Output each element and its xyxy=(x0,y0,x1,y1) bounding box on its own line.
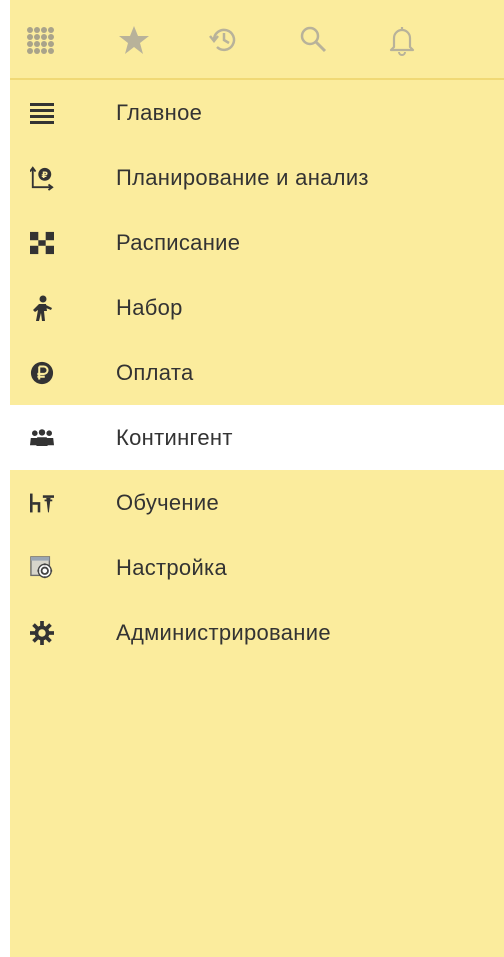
menu-item-label: Планирование и анализ xyxy=(116,164,369,190)
history-icon[interactable] xyxy=(206,22,242,58)
menu-item-education[interactable]: Обучение xyxy=(10,470,504,535)
favorites-star-icon[interactable] xyxy=(116,22,152,58)
menu-item-label: Контингент xyxy=(116,424,233,450)
menu-item-label: Оплата xyxy=(116,359,194,385)
menu-item-label: Администрирование xyxy=(116,619,331,645)
search-icon[interactable] xyxy=(296,22,332,58)
sections-menu: Главное ₽ Планирование и анализ Расписан… xyxy=(10,80,504,665)
toolbar xyxy=(10,0,504,80)
menu-item-label: Обучение xyxy=(116,489,220,515)
apps-grid-icon[interactable] xyxy=(22,22,58,58)
menu-item-main[interactable]: Главное xyxy=(10,80,504,145)
schedule-icon xyxy=(30,231,54,255)
menu-item-recruitment[interactable]: Набор xyxy=(10,275,504,340)
menu-item-label: Расписание xyxy=(116,229,241,255)
panel-edge xyxy=(0,0,10,957)
menu-item-administration[interactable]: Администрирование xyxy=(10,600,504,665)
menu-item-settings[interactable]: Настройка xyxy=(10,535,504,600)
svg-text:₽: ₽ xyxy=(42,170,49,181)
recruitment-person-icon xyxy=(30,295,54,321)
sections-panel: Главное ₽ Планирование и анализ Расписан… xyxy=(0,0,504,957)
menu-item-schedule[interactable]: Расписание xyxy=(10,210,504,275)
education-desk-icon xyxy=(30,491,54,515)
people-group-icon xyxy=(30,426,54,450)
menu-item-contingent[interactable]: Контингент xyxy=(10,405,504,470)
settings-panel-icon xyxy=(30,555,54,580)
ruble-coin-icon xyxy=(30,361,54,385)
menu-item-label: Главное xyxy=(116,99,203,125)
gear-icon xyxy=(30,620,54,645)
list-lines-icon xyxy=(30,101,54,125)
notifications-bell-icon[interactable] xyxy=(384,22,420,58)
menu-item-planning[interactable]: ₽ Планирование и анализ xyxy=(10,145,504,210)
menu-item-label: Настройка xyxy=(116,554,228,580)
menu-item-payment[interactable]: Оплата xyxy=(10,340,504,405)
planning-chart-icon: ₽ xyxy=(30,165,54,191)
menu-item-label: Набор xyxy=(116,294,183,320)
